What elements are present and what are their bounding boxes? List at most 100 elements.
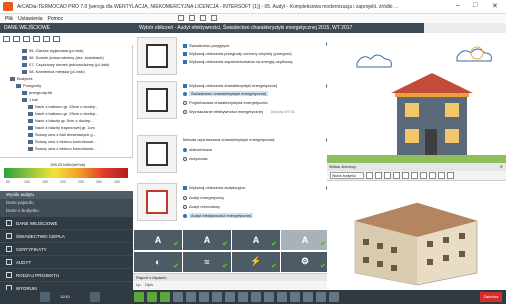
checkbox[interactable] bbox=[183, 59, 187, 64]
calc-step-5-button[interactable] bbox=[186, 292, 196, 302]
checkbox[interactable] bbox=[183, 51, 187, 56]
tree-item[interactable]: Ściany zew z betonu komórkowe... bbox=[28, 139, 97, 144]
radio-button[interactable] bbox=[183, 91, 187, 96]
calc-step-9-button[interactable] bbox=[238, 292, 248, 302]
radio-button[interactable] bbox=[183, 156, 187, 161]
zoom-icon[interactable] bbox=[384, 172, 391, 179]
radio-efficiency[interactable]: Wyznaczanie efektywności energetycznej Do… bbox=[183, 109, 295, 114]
checkbox[interactable] bbox=[183, 43, 187, 48]
pan-icon[interactable] bbox=[375, 172, 382, 179]
calc-step-12-button[interactable] bbox=[277, 292, 287, 302]
view-side-icon[interactable] bbox=[438, 172, 445, 179]
tree-item[interactable]: Nach z balkonu gr. 25cm z dociep... bbox=[28, 111, 98, 116]
view-top-icon[interactable] bbox=[420, 172, 427, 179]
calc-step-3-button[interactable] bbox=[160, 292, 170, 302]
nav-audit[interactable]: AUDYT bbox=[0, 256, 133, 269]
toolbar-print-icon[interactable] bbox=[211, 15, 217, 21]
wireframe-icon[interactable] bbox=[402, 172, 409, 179]
radio-method-calculated[interactable]: obliczeniowa bbox=[183, 147, 212, 152]
option-energy-characteristic[interactable]: Wykonaj obliczenia charakterystyki energ… bbox=[183, 83, 277, 88]
tree-item[interactable]: Nach z balkonu gr. 25cm z dociep... bbox=[28, 104, 98, 109]
tile-heating[interactable]: A ✔ bbox=[183, 230, 231, 250]
tree-item[interactable]: Nach z blachy gr. 5cm z dociep... bbox=[28, 118, 94, 123]
tree-item[interactable]: 08. Kamienica miejska (pl./ośb) bbox=[22, 69, 85, 74]
nav-heat-certificate[interactable]: ŚWIADECTWO CIEPŁA bbox=[0, 230, 133, 243]
sublist-item-building-data[interactable]: Dane o budynku bbox=[0, 207, 133, 215]
sublist-item-vehicle-data[interactable]: Dane pojazdu bbox=[0, 199, 133, 207]
radio-button[interactable] bbox=[183, 195, 187, 200]
tree-item[interactable]: przegrody.bb bbox=[22, 90, 52, 95]
tree-item[interactable]: 1 kat bbox=[22, 97, 38, 102]
finish-button[interactable]: Zakończ bbox=[480, 292, 502, 302]
minimize-button[interactable]: – bbox=[456, 2, 460, 9]
calc-step-2-button[interactable] bbox=[147, 292, 157, 302]
radio-button[interactable] bbox=[183, 204, 187, 209]
tile-ventilation[interactable]: A ✔ bbox=[134, 230, 182, 250]
radio-energy-certificate[interactable]: Świadectwo charakterystyki energetycznej bbox=[183, 91, 269, 96]
radio-designed-characteristic[interactable]: Projektowana charakterystyka energetyczn… bbox=[183, 100, 267, 105]
tile-cooling[interactable]: A ✔ bbox=[232, 230, 280, 250]
toolbar-open-icon[interactable] bbox=[189, 15, 195, 21]
tree-item[interactable]: 06. Domek jednorodzinny (drz. ściankach) bbox=[22, 55, 104, 60]
calc-step-14-button[interactable] bbox=[303, 292, 313, 302]
checkbox[interactable] bbox=[183, 83, 187, 88]
radio-audit-renovation[interactable]: Audyt remontowy bbox=[183, 204, 220, 209]
option-certificate-accepted[interactable]: Świadectwo przyjętych bbox=[183, 43, 229, 48]
nav-project-type[interactable]: RODZAJ PROJEKTU bbox=[0, 269, 133, 282]
tree-item[interactable]: Przegrody bbox=[16, 83, 41, 88]
calc-step-15-button[interactable] bbox=[316, 292, 326, 302]
radio-method-consumption[interactable]: zużyciowa bbox=[183, 156, 207, 161]
tile-electric[interactable]: ⚡ ✔ bbox=[232, 251, 280, 272]
nav-certificates[interactable]: CERTYFIKATY bbox=[0, 243, 133, 256]
menu-settings[interactable]: Ustawienia bbox=[18, 16, 42, 22]
tile-water[interactable]: ≈ ✔ bbox=[183, 251, 231, 272]
next-page-button[interactable] bbox=[90, 292, 100, 302]
view-select[interactable]: Widok budynku bbox=[330, 172, 364, 179]
tree-item[interactable]: Budynek bbox=[10, 76, 33, 81]
radio-button[interactable] bbox=[183, 109, 187, 114]
tile-lighting[interactable]: ◐ ✔ bbox=[134, 251, 182, 272]
rotate-icon[interactable] bbox=[366, 172, 373, 179]
tree-item[interactable]: 05. Garaże wyjściowa (pl./ośb) bbox=[22, 48, 83, 53]
radio-audit-energy[interactable]: Audyt energetyczny bbox=[183, 195, 224, 200]
tile-hot-water[interactable]: A ✔ bbox=[281, 230, 329, 250]
radio-button[interactable] bbox=[183, 147, 187, 152]
close-button[interactable]: ✕ bbox=[492, 2, 498, 10]
tree-item[interactable]: Ściany zew z bali drewnianych g... bbox=[28, 132, 96, 137]
checkbox[interactable] bbox=[183, 185, 187, 190]
tile-fan[interactable]: ⚙ ✔ bbox=[281, 251, 329, 272]
shade-icon[interactable] bbox=[411, 172, 418, 179]
radio-button[interactable] bbox=[183, 213, 187, 218]
menu-file[interactable]: Plik bbox=[5, 16, 13, 22]
calc-step-8-button[interactable] bbox=[225, 292, 235, 302]
radio-audit-efficiency[interactable]: Audyt efektywności energetycznej bbox=[183, 213, 254, 218]
tree-paste-icon[interactable] bbox=[33, 36, 40, 42]
radio-button[interactable] bbox=[183, 100, 187, 105]
menu-help[interactable]: Pomoc bbox=[48, 16, 64, 22]
calc-step-13-button[interactable] bbox=[290, 292, 300, 302]
tree-item[interactable]: Ściany zew z betonu komórkowe... bbox=[28, 146, 97, 151]
building-3d-view[interactable] bbox=[327, 181, 506, 290]
calc-step-4-button[interactable] bbox=[173, 292, 183, 302]
tree-edit-icon[interactable] bbox=[53, 36, 60, 42]
calc-step-6-button[interactable] bbox=[199, 292, 209, 302]
nav-input-data[interactable]: DANE WEJŚCIOWE bbox=[0, 217, 133, 230]
toolbar-new-icon[interactable] bbox=[178, 15, 184, 21]
toolbar-save-icon[interactable] bbox=[200, 15, 206, 21]
calc-step-10-button[interactable] bbox=[251, 292, 261, 302]
tree-delete-icon[interactable] bbox=[43, 36, 50, 42]
view-front-icon[interactable] bbox=[429, 172, 436, 179]
calc-step-11-button[interactable] bbox=[264, 292, 274, 302]
option-partition-calc[interactable]: Wykonaj obliczenia przegrody ochrony cie… bbox=[183, 51, 292, 56]
tree-save-icon[interactable] bbox=[13, 36, 20, 42]
sublist-item-audit-results[interactable]: Wyniki audytu bbox=[0, 191, 133, 199]
tree-item[interactable]: 07. Częściowy domek jednorodzinny (pl./o… bbox=[22, 62, 109, 67]
prev-page-button[interactable] bbox=[40, 292, 50, 302]
calc-step-16-button[interactable] bbox=[329, 292, 339, 302]
zoom-fit-icon[interactable] bbox=[393, 172, 400, 179]
tree-item[interactable]: Nach z blachy trapezowej gr. 1cm bbox=[28, 125, 95, 130]
tree-copy-icon[interactable] bbox=[23, 36, 30, 42]
option-audit-calc[interactable]: Wykonaj obliczenia audytoryjne: bbox=[183, 185, 246, 190]
calc-step-7-button[interactable] bbox=[212, 292, 222, 302]
calc-step-1-button[interactable] bbox=[134, 292, 144, 302]
